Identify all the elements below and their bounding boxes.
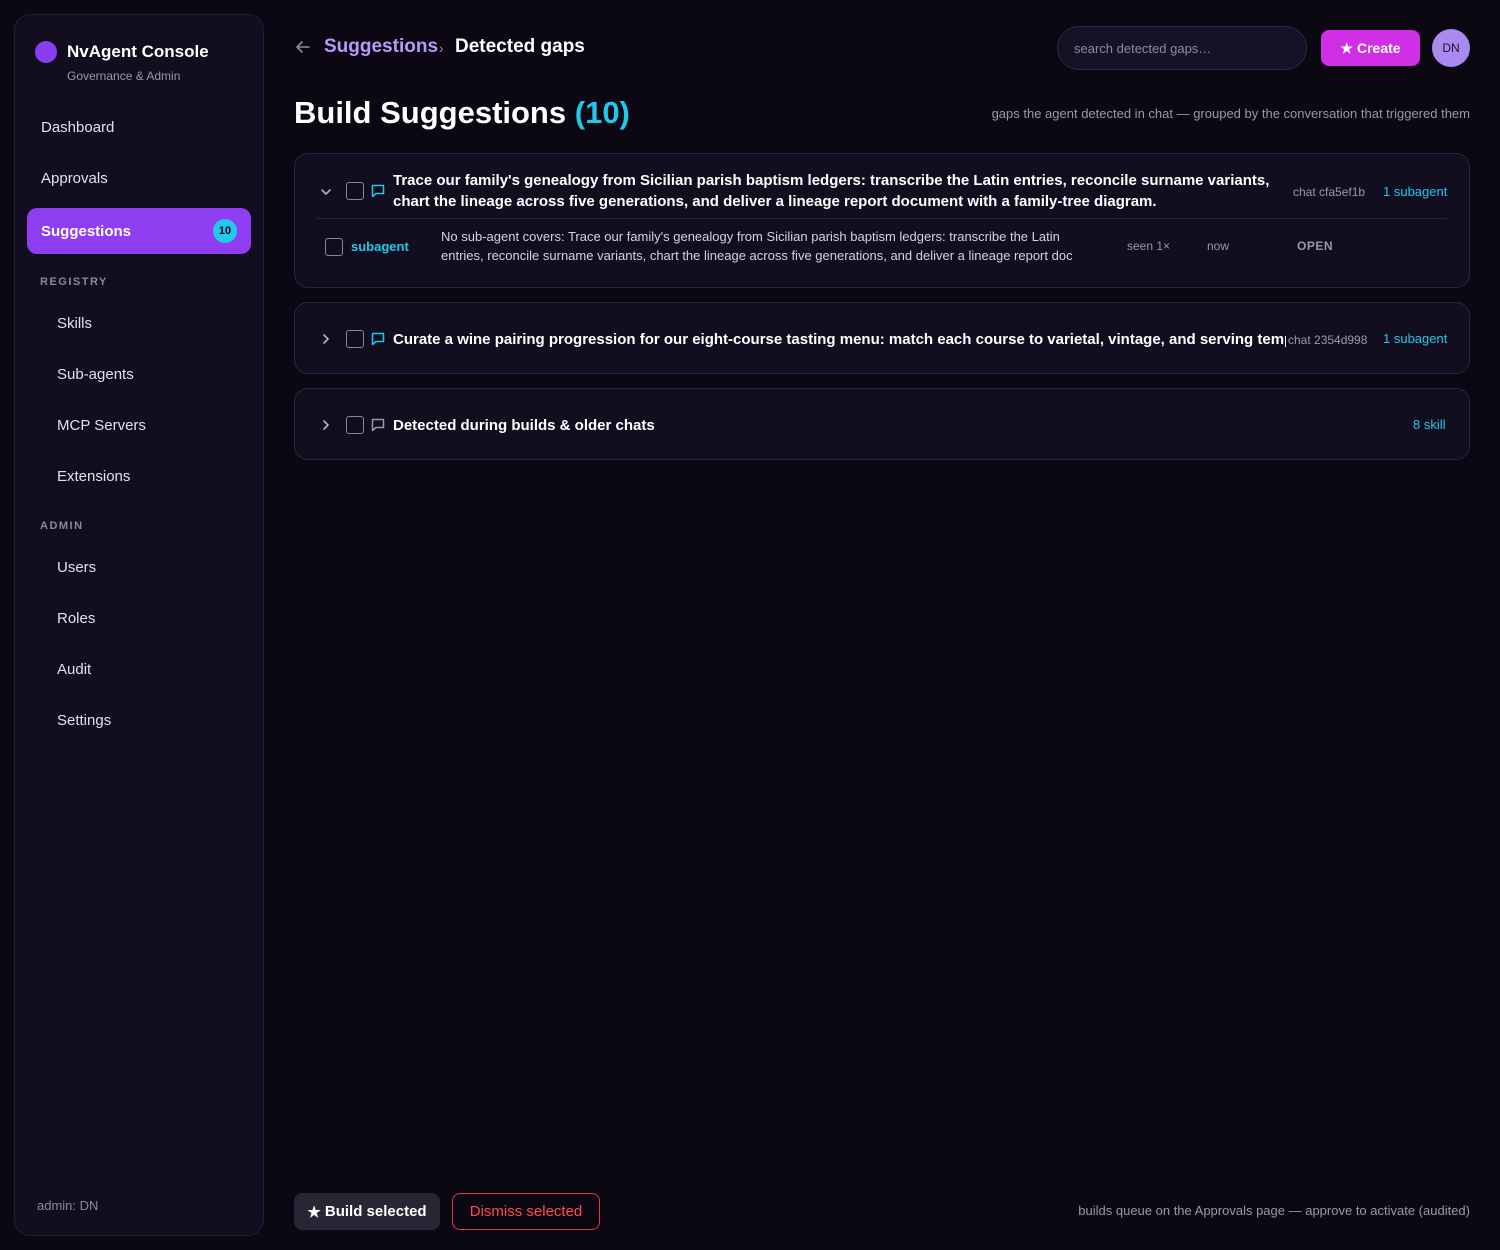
sidebar-item-label: Users [57, 558, 97, 576]
sidebar-item-label: Audit [57, 660, 92, 678]
sidebar-item-extensions[interactable]: Extensions [27, 453, 251, 499]
group-title[interactable]: Curate a wine pairing progression for ou… [393, 329, 1286, 350]
page-title-text: Build Suggestions [294, 95, 567, 130]
sidebar-item-mcp-servers[interactable]: MCP Servers [27, 402, 251, 448]
suggestion-group: Trace our family's genealogy from Sicili… [294, 153, 1470, 288]
sidebar: NvAgent Console Governance & Admin Dashb… [14, 14, 264, 1236]
sidebar-item-label: MCP Servers [57, 416, 146, 434]
sidebar-item-sub-agents[interactable]: Sub-agents [27, 351, 251, 397]
group-checkbox[interactable] [346, 416, 364, 434]
chevron-right-icon[interactable] [319, 332, 333, 346]
suggestion-group: Detected during builds & older chats 8 s… [294, 388, 1470, 460]
brand-logo-icon [35, 41, 57, 63]
sidebar-item-label: Roles [57, 609, 96, 627]
app-name: NvAgent Console [67, 42, 209, 61]
group-title[interactable]: Detected during builds & older chats [393, 415, 1093, 436]
group-count-tag: 8 skill [1413, 417, 1446, 432]
chat-id: chat cfa5ef1b [1293, 185, 1366, 199]
row-description: No sub-agent covers: Trace our family's … [441, 229, 1073, 263]
page-title-count: (10) [574, 95, 630, 130]
page-title: Build Suggestions (10) [294, 95, 630, 131]
sidebar-item-users[interactable]: Users [27, 544, 251, 590]
page-subtitle: gaps the agent detected in chat — groupe… [991, 106, 1470, 121]
suggestions-count-badge: 10 [213, 219, 237, 243]
group-checkbox[interactable] [346, 182, 364, 200]
breadcrumb-separator: › [439, 40, 444, 56]
app-subtitle: Governance & Admin [67, 69, 181, 83]
row-kind-label: subagent [351, 239, 409, 254]
chat-bubble-icon [370, 417, 386, 433]
sidebar-item-label: Settings [57, 711, 112, 729]
sidebar-item-roles[interactable]: Roles [27, 595, 251, 641]
chat-id: chat 2354d998 [1288, 333, 1368, 347]
divider [317, 218, 1447, 219]
row-checkbox[interactable] [325, 238, 343, 256]
registry-section-label: REGISTRY [40, 276, 108, 288]
sidebar-item-audit[interactable]: Audit [27, 646, 251, 692]
sidebar-item-label: Extensions [57, 467, 131, 485]
chat-bubble-icon [370, 183, 386, 199]
dismiss-selected-button[interactable]: Dismiss selected [452, 1193, 600, 1230]
group-checkbox[interactable] [346, 330, 364, 348]
breadcrumb-current: Detected gaps [455, 36, 585, 57]
admin-section-label: ADMIN [40, 520, 84, 532]
sidebar-item-label: Dashboard [41, 118, 115, 136]
breadcrumb-suggestions-link[interactable]: Suggestions [324, 36, 438, 58]
sidebar-item-label: Skills [57, 314, 93, 332]
back-arrow-icon[interactable] [294, 38, 312, 56]
sidebar-item-settings[interactable]: Settings [27, 697, 251, 743]
star-icon: ★ [307, 1203, 321, 1221]
group-count-tag: 1 subagent [1383, 331, 1448, 346]
build-selected-button[interactable]: ★ Build selected [294, 1193, 440, 1230]
row-seen-count: seen 1× [1127, 239, 1171, 253]
sidebar-item-label: Sub-agents [57, 365, 134, 383]
sidebar-item-label: Suggestions [41, 222, 132, 240]
sidebar-item-skills[interactable]: Skills [27, 300, 251, 346]
chevron-right-icon[interactable] [319, 418, 333, 432]
status-badge: OPEN [1297, 239, 1334, 253]
create-button[interactable]: ★ Create [1321, 30, 1420, 66]
create-button-label: Create [1356, 40, 1401, 56]
chevron-down-icon[interactable] [319, 185, 333, 199]
build-selected-label: Build selected [324, 1203, 427, 1220]
chat-bubble-icon [370, 331, 386, 347]
avatar[interactable]: DN [1432, 29, 1470, 67]
sidebar-item-suggestions[interactable]: Suggestions 10 [27, 208, 251, 254]
footer-note: builds queue on the Approvals page — app… [1078, 1203, 1470, 1218]
group-title[interactable]: Trace our family's genealogy from Sicili… [393, 170, 1278, 212]
sidebar-item-dashboard[interactable]: Dashboard [27, 104, 251, 150]
row-timestamp: now [1207, 239, 1230, 253]
signed-in-user: admin: DN [37, 1198, 99, 1213]
sidebar-item-label: Approvals [41, 169, 108, 187]
search-input[interactable] [1057, 26, 1307, 70]
suggestion-group: Curate a wine pairing progression for ou… [294, 302, 1470, 374]
star-icon: ★ [1340, 39, 1353, 56]
group-count-tag: 1 subagent [1383, 184, 1448, 199]
sidebar-item-approvals[interactable]: Approvals [27, 155, 251, 201]
